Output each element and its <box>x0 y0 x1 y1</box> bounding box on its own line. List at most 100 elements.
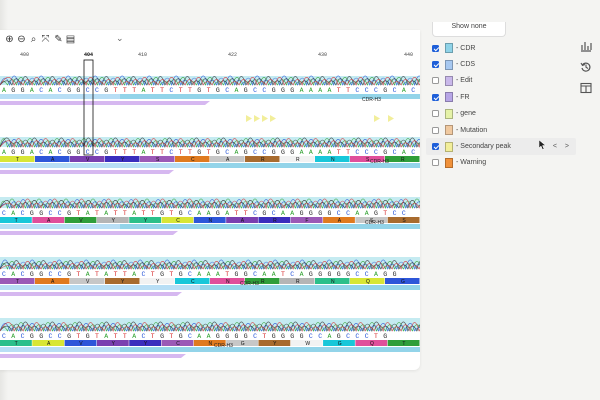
history-icon[interactable] <box>580 61 592 73</box>
base-letter: A <box>197 210 201 217</box>
base-letter: G <box>383 333 387 340</box>
base-letter: C <box>253 149 257 156</box>
trace-canvas[interactable]: AGGACACGGCCGTTTATTCTTGTGCAGCCGGGAAAATTCC… <box>0 30 420 370</box>
base-letter: C <box>355 333 359 340</box>
base-letter: T <box>188 149 192 156</box>
checkbox[interactable] <box>432 61 439 69</box>
base-letter: T <box>114 271 118 278</box>
secondary-peak-marker[interactable] <box>388 115 394 122</box>
legend-item-mutation[interactable]: - Mutation <box>426 122 576 138</box>
color-swatch <box>445 43 453 54</box>
amino-acid-letter: T <box>16 157 19 163</box>
base-letter: A <box>402 149 406 156</box>
bar-chart-icon[interactable] <box>580 40 592 52</box>
secondary-peak-marker[interactable] <box>246 115 252 122</box>
secondary-peak-marker[interactable] <box>374 115 380 122</box>
base-letter: A <box>207 333 211 340</box>
base-letter: C <box>337 210 341 217</box>
secondary-peak-marker[interactable] <box>254 115 260 122</box>
fr-annotation-bar[interactable] <box>0 292 182 296</box>
base-letter: G <box>76 87 80 94</box>
base-letter: G <box>160 210 164 217</box>
base-letter: C <box>58 87 62 94</box>
base-letter: A <box>197 333 201 340</box>
base-letter: A <box>300 87 304 94</box>
legend-item-cds[interactable]: - CDS <box>426 56 576 72</box>
amino-acid-letter: R <box>296 157 300 163</box>
base-letter: A <box>235 87 239 94</box>
secondary-peak-marker[interactable] <box>262 115 268 122</box>
legend-item-warning[interactable]: - Warning <box>426 155 576 171</box>
checkbox[interactable] <box>432 126 439 134</box>
checkbox[interactable] <box>432 44 439 52</box>
legend-item-gene[interactable]: - gene <box>426 106 576 122</box>
color-swatch <box>445 59 453 70</box>
base-letter: T <box>151 149 155 156</box>
checkbox[interactable] <box>432 77 439 85</box>
show-none-button[interactable]: Show none <box>432 22 506 37</box>
cdr-annotation-bar[interactable] <box>120 347 420 352</box>
region-label-cdr: CDR-H3 <box>362 97 381 103</box>
amino-acid-letter: G <box>241 341 245 347</box>
legend-label: - Warning <box>456 159 487 167</box>
base-letter: T <box>207 149 211 156</box>
legend-item-secondary-peak[interactable]: - Secondary peak < > <box>426 138 576 155</box>
base-letter: G <box>309 271 313 278</box>
sequence-track[interactable]: CACGGCCGTATATTATTGTGCAAGATTCGCAAGGGGCCAA… <box>0 197 420 235</box>
legend-item-fr[interactable]: - FR <box>426 89 576 105</box>
amino-acid-letter: N <box>209 341 213 347</box>
chromatogram-panel[interactable]: ⊕ ⊖ ⌕ ⤧ ✎ ▤ ⌄ 400 404 410 422 430 440 AG… <box>0 30 420 370</box>
cdr-annotation-bar[interactable] <box>200 285 420 290</box>
base-letter: A <box>132 271 136 278</box>
columns-icon[interactable] <box>580 82 592 94</box>
fr-annotation-bar[interactable] <box>0 170 174 174</box>
fr-annotation-bar[interactable] <box>0 231 178 235</box>
base-letter: T <box>207 87 211 94</box>
base-letter: C <box>262 87 266 94</box>
base-letter: C <box>346 210 350 217</box>
base-letter: G <box>67 271 71 278</box>
base-letter: G <box>300 333 304 340</box>
base-letter: G <box>21 149 25 156</box>
legend-item-edit[interactable]: - Edit <box>426 73 576 89</box>
checkbox[interactable] <box>432 110 439 118</box>
fr-annotation-bar[interactable] <box>0 354 186 358</box>
legend-label: - gene <box>456 110 476 118</box>
color-swatch <box>445 92 453 103</box>
base-letter: A <box>262 271 266 278</box>
base-letter: G <box>272 333 276 340</box>
base-letter: C <box>188 210 192 217</box>
base-letter: A <box>132 333 136 340</box>
base-letter: G <box>328 271 332 278</box>
base-letter: G <box>216 333 220 340</box>
legend-item-cdr[interactable]: - CDR <box>426 40 576 56</box>
color-swatch <box>445 108 453 119</box>
sequence-track[interactable]: CACGGCCGTGTATTACTGTGCAAGGGGCTGGGGCCAGCCC… <box>0 318 420 358</box>
base-letter: G <box>300 210 304 217</box>
fr-annotation-bar[interactable] <box>0 101 210 105</box>
color-swatch <box>445 75 453 86</box>
base-letter: T <box>95 333 99 340</box>
base-letter: A <box>142 87 146 94</box>
base-letter: G <box>383 87 387 94</box>
checkbox[interactable] <box>432 93 439 101</box>
sequence-track[interactable]: AGGACACGGCCGTTTATTCTTGTGCAGCCGGGAAAATTCC… <box>0 137 420 174</box>
secondary-peak-marker[interactable] <box>270 115 276 122</box>
base-letter: A <box>318 149 322 156</box>
checkbox[interactable] <box>432 159 439 167</box>
base-letter: T <box>169 210 173 217</box>
base-letter: G <box>235 333 239 340</box>
base-letter: G <box>383 149 387 156</box>
base-letter: C <box>58 149 62 156</box>
annotation-legend: - CDR - CDS - Edit - FR - gene - Mutatio… <box>426 40 576 171</box>
base-letter: G <box>318 271 322 278</box>
legend-nav-arrows[interactable]: < > <box>553 143 572 150</box>
amino-acid-letter: C <box>176 341 180 347</box>
checkbox[interactable] <box>432 143 439 151</box>
base-letter: T <box>114 333 118 340</box>
base-letter: C <box>365 333 369 340</box>
base-letter: C <box>402 210 406 217</box>
base-letter: A <box>86 210 90 217</box>
sequence-track[interactable]: CACGGCCGTATATTACTGTGCAAATGGCAATCAGGGGGCC… <box>0 257 420 296</box>
sequence-track[interactable]: AGGACACGGCCGTTTATTCTTGTGCAGCCGGGAAAATTCC… <box>0 75 420 105</box>
